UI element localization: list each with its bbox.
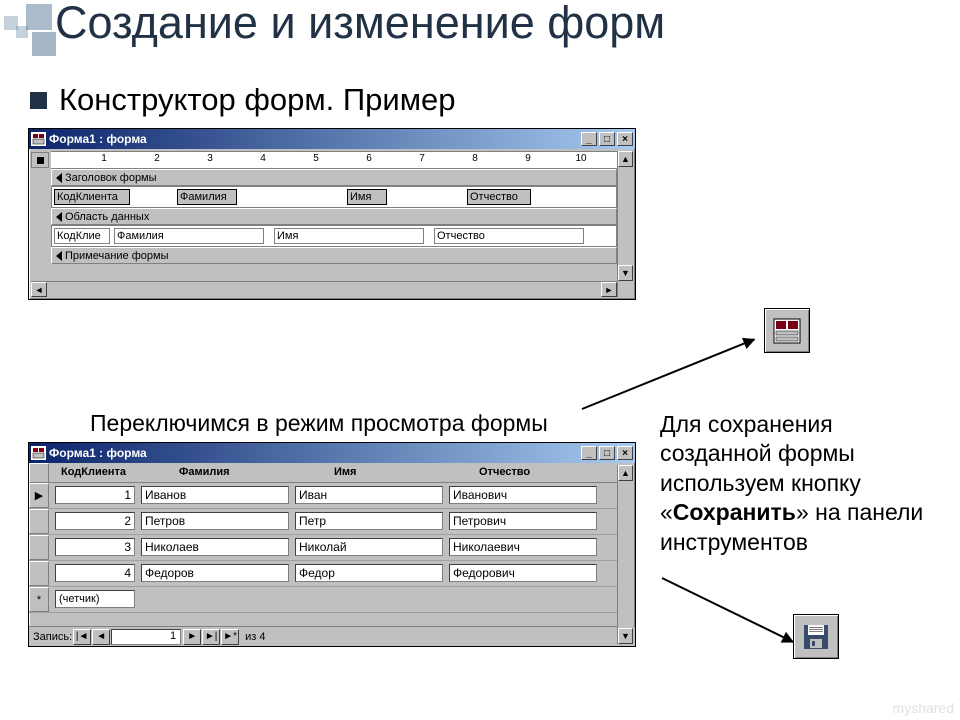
minimize-button[interactable]: _ xyxy=(581,132,597,146)
table-row[interactable]: 4 Федоров Федор Федорович xyxy=(29,561,617,587)
cell-id[interactable]: 4 xyxy=(55,564,135,582)
label-otchestvo[interactable]: Отчество xyxy=(467,189,531,205)
col-kodklienta: КодКлиента xyxy=(61,466,126,478)
nav-prev-button[interactable]: ◄ xyxy=(92,629,110,645)
cell-familia[interactable]: Иванов xyxy=(141,486,289,504)
col-familia: Фамилия xyxy=(179,466,230,478)
cell-id[interactable]: 3 xyxy=(55,538,135,556)
table-row[interactable]: ▶ 1 Иванов Иван Иванович xyxy=(29,483,617,509)
nav-first-button[interactable]: |◄ xyxy=(73,629,91,645)
section-arrow-icon xyxy=(56,173,62,183)
header-design-row[interactable]: КодКлиента Фамилия Имя Отчество xyxy=(51,186,617,208)
scroll-up-button[interactable]: ▲ xyxy=(618,465,633,481)
close-button[interactable]: × xyxy=(617,446,633,460)
column-headers: КодКлиента Фамилия Имя Отчество xyxy=(29,463,617,483)
arrow-to-save-icon xyxy=(662,577,794,643)
nav-current-field[interactable]: 1 xyxy=(111,629,181,645)
ruler-selector[interactable] xyxy=(31,152,49,168)
watermark: myshared xyxy=(893,700,954,716)
arrow-to-formview-icon xyxy=(582,338,755,410)
cell-new-id[interactable]: (четчик) xyxy=(55,590,135,608)
cell-id[interactable]: 1 xyxy=(55,486,135,504)
row-selector[interactable] xyxy=(29,509,49,534)
scroll-up-button[interactable]: ▲ xyxy=(618,151,633,167)
field-imya[interactable]: Имя xyxy=(274,228,424,244)
row-selector[interactable]: ▶ xyxy=(29,483,49,508)
cell-imya[interactable]: Николай xyxy=(295,538,443,556)
cell-imya[interactable]: Петр xyxy=(295,512,443,530)
save-toolbar-button[interactable] xyxy=(793,614,839,659)
cell-otchestvo[interactable]: Николаевич xyxy=(449,538,597,556)
horizontal-scrollbar[interactable]: ◄ ► xyxy=(31,281,617,297)
section-header-bar[interactable]: Заголовок формы xyxy=(51,169,617,186)
field-otchestvo[interactable]: Отчество xyxy=(434,228,584,244)
cell-familia[interactable]: Федоров xyxy=(141,564,289,582)
nav-of-label: из 4 xyxy=(245,631,265,643)
scroll-right-button[interactable]: ► xyxy=(601,282,617,297)
table-row[interactable]: 3 Николаев Николай Николаевич xyxy=(29,535,617,561)
maximize-button[interactable]: □ xyxy=(599,446,615,460)
vertical-scrollbar[interactable]: ▲ ▼ xyxy=(617,151,633,297)
row-selector[interactable] xyxy=(29,535,49,560)
section-detail-bar[interactable]: Область данных xyxy=(51,208,617,225)
form-view-toolbar-button[interactable] xyxy=(764,308,810,353)
cell-otchestvo[interactable]: Петрович xyxy=(449,512,597,530)
titlebar[interactable]: Форма1 : форма _ □ × xyxy=(29,443,635,463)
caption-save: Для сохранения созданной формы используе… xyxy=(660,410,930,557)
cell-imya[interactable]: Федор xyxy=(295,564,443,582)
section-arrow-icon xyxy=(56,212,62,222)
vertical-ruler xyxy=(31,169,49,281)
col-otchestvo: Отчество xyxy=(479,466,530,478)
form-view-window: Форма1 : форма _ □ × КодКлиента Фамилия … xyxy=(28,442,636,647)
horizontal-ruler[interactable]: 1 2 3 4 5 6 7 8 9 10 xyxy=(51,151,617,169)
row-selector-new[interactable]: * xyxy=(29,587,49,612)
scroll-left-button[interactable]: ◄ xyxy=(31,282,47,297)
cell-familia[interactable]: Петров xyxy=(141,512,289,530)
row-selector[interactable] xyxy=(29,561,49,586)
caption-switch-mode: Переключимся в режим просмотра формы xyxy=(90,410,548,437)
form-icon xyxy=(31,132,46,146)
nav-last-button[interactable]: ►| xyxy=(202,629,220,645)
vertical-scrollbar[interactable]: ▲ ▼ xyxy=(617,465,633,644)
cell-otchestvo[interactable]: Иванович xyxy=(449,486,597,504)
nav-new-button[interactable]: ►* xyxy=(221,629,239,645)
cell-familia[interactable]: Николаев xyxy=(141,538,289,556)
close-button[interactable]: × xyxy=(617,132,633,146)
save-icon xyxy=(801,623,831,651)
table-row-new[interactable]: * (четчик) xyxy=(29,587,617,613)
window-title: Форма1 : форма xyxy=(49,446,147,460)
label-kodklienta[interactable]: КодКлиента xyxy=(54,189,130,205)
section-arrow-icon xyxy=(56,251,62,261)
field-kodklienta[interactable]: КодКлие xyxy=(54,228,110,244)
form-icon xyxy=(31,446,46,460)
field-familia[interactable]: Фамилия xyxy=(114,228,264,244)
label-familia[interactable]: Фамилия xyxy=(177,189,237,205)
bullet-icon xyxy=(30,92,47,109)
col-imya: Имя xyxy=(334,466,356,478)
cell-id[interactable]: 2 xyxy=(55,512,135,530)
scroll-down-button[interactable]: ▼ xyxy=(618,628,633,644)
slide-bullet: Конструктор форм. Пример xyxy=(30,82,456,118)
record-navigator: Запись: |◄ ◄ 1 ► ►| ►* из 4 xyxy=(29,626,635,646)
table-row[interactable]: 2 Петров Петр Петрович xyxy=(29,509,617,535)
section-footer-bar[interactable]: Примечание формы xyxy=(51,247,617,264)
label-imya[interactable]: Имя xyxy=(347,189,387,205)
slide-title: Создание и изменение форм xyxy=(55,0,665,49)
nav-next-button[interactable]: ► xyxy=(183,629,201,645)
window-title: Форма1 : форма xyxy=(49,132,147,146)
detail-design-row[interactable]: КодКлие Фамилия Имя Отчество xyxy=(51,225,617,247)
row-selector-header[interactable] xyxy=(29,463,49,483)
minimize-button[interactable]: _ xyxy=(581,446,597,460)
cell-imya[interactable]: Иван xyxy=(295,486,443,504)
form-view-icon xyxy=(772,317,802,345)
bullet-text: Конструктор форм. Пример xyxy=(59,82,456,118)
nav-label: Запись: xyxy=(33,631,72,643)
maximize-button[interactable]: □ xyxy=(599,132,615,146)
scroll-down-button[interactable]: ▼ xyxy=(618,265,633,281)
titlebar[interactable]: Форма1 : форма _ □ × xyxy=(29,129,635,149)
form-design-window: Форма1 : форма _ □ × 1 2 3 4 5 6 7 8 9 1… xyxy=(28,128,636,300)
cell-otchestvo[interactable]: Федорович xyxy=(449,564,597,582)
